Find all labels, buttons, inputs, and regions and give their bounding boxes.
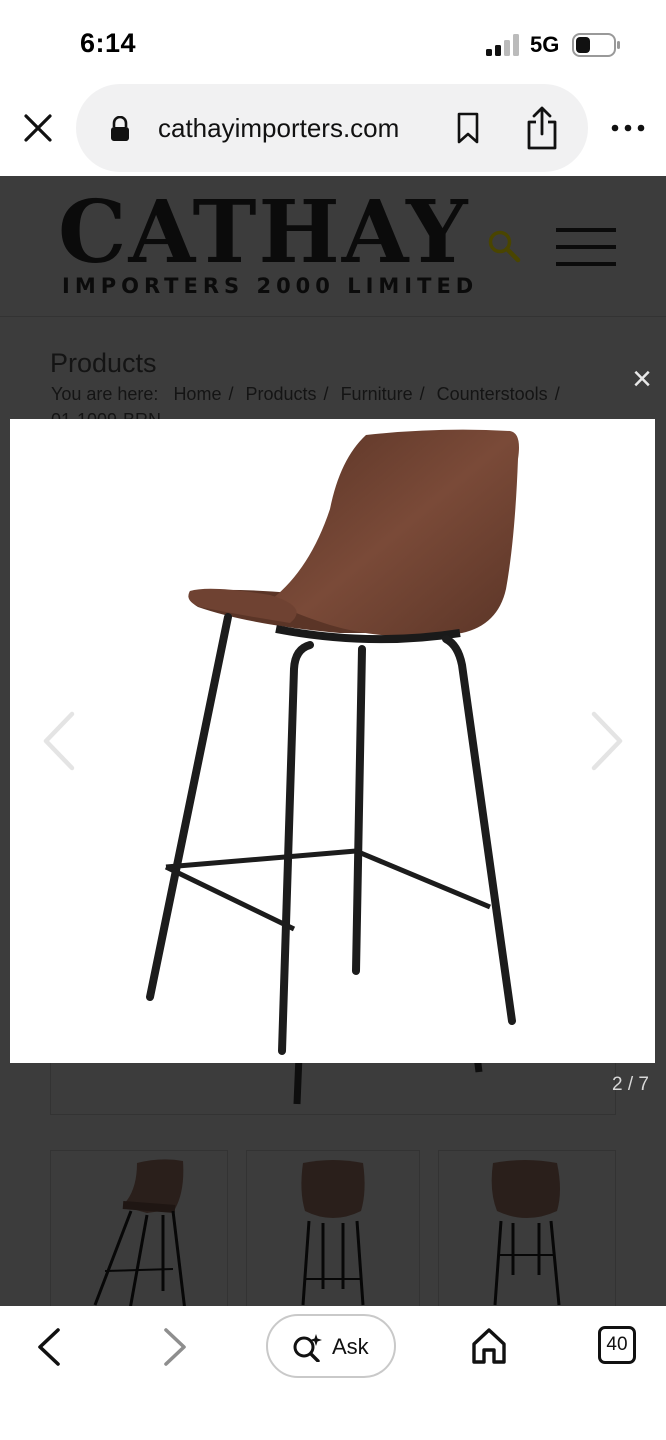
page-title: Products <box>50 348 157 378</box>
bar-stool-image <box>146 429 519 1055</box>
image-counter: 2 / 7 <box>612 1074 649 1095</box>
logo-subtitle: IMPORTERS 2000 LIMITED <box>62 274 479 298</box>
signal-icon <box>486 34 519 56</box>
search-icon[interactable] <box>486 228 522 264</box>
product-thumbnail-2[interactable] <box>246 1150 420 1306</box>
breadcrumb-prefix: You are here: <box>51 384 159 404</box>
product-thumbnail-3[interactable] <box>438 1150 616 1306</box>
breadcrumb-products[interactable]: Products <box>245 384 316 404</box>
site-header: CATHAY IMPORTERS 2000 LIMITED <box>0 176 666 317</box>
tabs-button[interactable]: 40 <box>598 1326 636 1364</box>
product-image-legs <box>293 1055 483 1105</box>
url-text[interactable]: cathayimporters.com <box>158 113 399 144</box>
browser-toolbar: Ask 40 <box>0 1306 666 1440</box>
product-image-frame <box>50 1055 616 1115</box>
ask-label: Ask <box>332 1334 369 1359</box>
lightbox-image[interactable] <box>10 419 655 1063</box>
bookmark-icon[interactable] <box>454 112 482 144</box>
back-button[interactable] <box>34 1326 64 1368</box>
status-time: 6:14 <box>80 28 137 58</box>
breadcrumb-furniture[interactable]: Furniture <box>341 384 413 404</box>
lock-icon <box>111 116 129 141</box>
breadcrumb: You are here: Home / Products / Furniture /… <box>51 384 560 404</box>
ask-icon <box>293 1334 322 1362</box>
home-icon[interactable] <box>470 1326 508 1366</box>
chevron-left-icon[interactable] <box>38 710 78 772</box>
menu-icon[interactable] <box>556 226 616 268</box>
chevron-right-icon[interactable] <box>588 710 628 772</box>
logo-title[interactable]: CATHAY <box>58 182 470 283</box>
forward-button[interactable] <box>160 1326 190 1368</box>
more-icon[interactable] <box>610 116 646 140</box>
network-label: 5G <box>530 32 560 57</box>
product-thumbnail-1[interactable] <box>50 1150 228 1306</box>
lightbox-close-button[interactable]: × <box>624 361 660 397</box>
battery-icon <box>572 33 620 57</box>
ask-button[interactable]: Ask <box>266 1314 396 1378</box>
breadcrumb-home[interactable]: Home <box>173 384 221 404</box>
breadcrumb-counterstools[interactable]: Counterstools <box>437 384 548 404</box>
close-icon[interactable] <box>22 112 54 144</box>
share-icon[interactable] <box>524 106 560 150</box>
